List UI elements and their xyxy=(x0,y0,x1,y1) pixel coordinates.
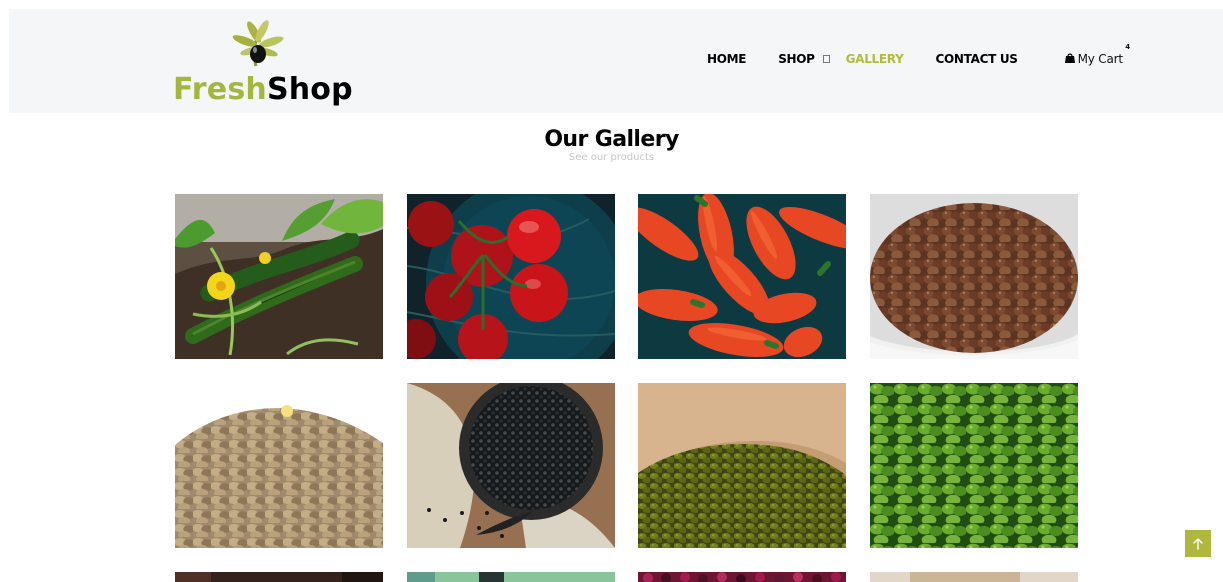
nav-home-link[interactable]: HOME xyxy=(707,52,746,66)
cucumber-image xyxy=(175,194,383,359)
gallery-image-beige-lentils[interactable] xyxy=(175,383,383,548)
red-beans-image xyxy=(638,572,846,582)
nav-gallery-link[interactable]: GALLERY xyxy=(846,52,904,66)
beige-product-image xyxy=(870,572,1078,582)
nav-shop-link[interactable]: SHOP xyxy=(778,52,830,66)
chevron-down-icon xyxy=(822,55,830,63)
gallery-image-tomatoes[interactable] xyxy=(407,194,615,359)
nav-shop-label: SHOP xyxy=(778,52,815,66)
site-header: FreshShop HOME SHOP GALLERY CONTACT US M… xyxy=(9,9,1223,113)
product-gallery-grid xyxy=(175,194,1078,582)
green-product-image xyxy=(407,572,615,582)
cart-link[interactable]: My Cart 4 xyxy=(1064,43,1130,66)
gallery-image-dark-product[interactable] xyxy=(175,572,383,582)
peppers-image xyxy=(638,194,846,359)
gallery-image-red-beans[interactable] xyxy=(638,572,846,582)
gallery-image-brown-lentils[interactable] xyxy=(870,194,1078,359)
brown-lentils-image xyxy=(870,194,1078,359)
page: FreshShop HOME SHOP GALLERY CONTACT US M… xyxy=(0,0,1223,582)
beige-lentils-image xyxy=(175,383,383,548)
olive-branch-icon xyxy=(232,20,284,67)
logo-fresh-text: Fresh xyxy=(173,72,267,107)
logo-text: FreshShop xyxy=(173,75,353,105)
gallery-image-peppers[interactable] xyxy=(638,194,846,359)
gallery-image-black-seeds[interactable] xyxy=(407,383,615,548)
arrow-up-icon xyxy=(1193,537,1203,550)
gallery-image-mung-beans[interactable] xyxy=(638,383,846,548)
mung-beans-image xyxy=(638,383,846,548)
gallery-image-cucumber[interactable] xyxy=(175,194,383,359)
cart-label: My Cart xyxy=(1077,52,1123,66)
green-mung-beans-image xyxy=(870,383,1078,548)
logo-shop-text: Shop xyxy=(266,72,353,107)
nav-contact-link[interactable]: CONTACT US xyxy=(935,52,1017,66)
gallery-image-green-product[interactable] xyxy=(407,572,615,582)
main-navigation: HOME SHOP GALLERY CONTACT US My Cart 4 xyxy=(707,43,1130,71)
freshshop-logo[interactable]: FreshShop xyxy=(173,19,353,105)
scroll-to-top-button[interactable] xyxy=(1185,530,1211,557)
gallery-image-green-mung-beans[interactable] xyxy=(870,383,1078,548)
tomatoes-image xyxy=(407,194,615,359)
shopping-bag-icon xyxy=(1064,53,1075,63)
cart-count-badge: 4 xyxy=(1125,43,1130,51)
gallery-image-beige-product[interactable] xyxy=(870,572,1078,582)
dark-product-image xyxy=(175,572,383,582)
gallery-subtitle: See our products xyxy=(568,152,655,163)
black-seeds-image xyxy=(407,383,615,548)
